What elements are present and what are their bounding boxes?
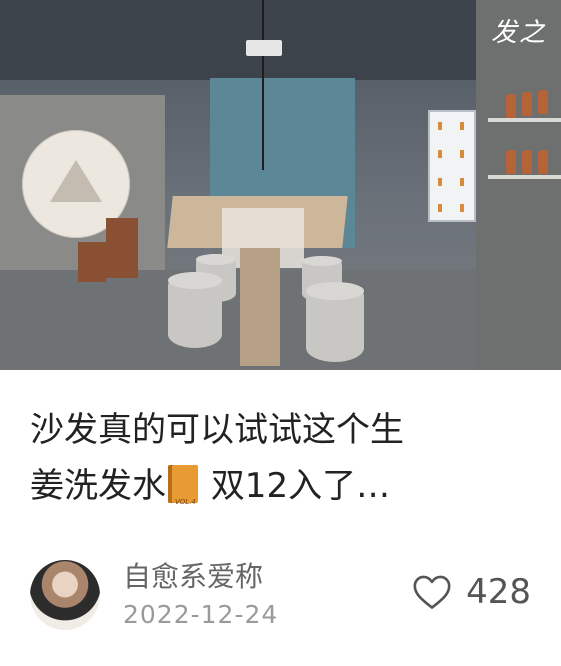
- shelf: [488, 118, 561, 122]
- shelf: [488, 175, 561, 179]
- post-card[interactable]: 发之 沙发真的可以试试这个生 姜洗发水 双12入了… 自愈系爱称 2022-12…: [0, 0, 561, 666]
- title-line-2-part-a: 姜洗发水: [30, 466, 166, 506]
- stool: [168, 272, 222, 348]
- brand-mark: 发之: [490, 18, 547, 48]
- product-bottle: [522, 92, 532, 116]
- wood-pedestal: [78, 242, 106, 282]
- heart-outline-icon[interactable]: [412, 574, 452, 610]
- book-icon: [168, 465, 198, 514]
- stool: [306, 282, 364, 362]
- lit-window-shelf: [428, 110, 476, 222]
- projector: [246, 40, 282, 56]
- author-name[interactable]: 自愈系爱称: [123, 555, 263, 595]
- product-bottle: [538, 90, 548, 114]
- like-count: 428: [466, 572, 531, 612]
- triangle-diagram: [50, 160, 102, 202]
- lamp-cord: [262, 0, 264, 170]
- like-button[interactable]: 428: [412, 572, 531, 612]
- title-line-2: 姜洗发水 双12入了…: [30, 458, 535, 514]
- post-date: 2022-12-24: [123, 600, 279, 629]
- table-leg: [240, 248, 280, 366]
- wood-pedestal: [106, 218, 138, 278]
- product-bottle: [522, 150, 532, 174]
- cover-image[interactable]: 发之: [0, 0, 561, 370]
- title-line-2-part-b: 双12入了…: [210, 466, 391, 506]
- avatar[interactable]: [30, 560, 100, 630]
- title-line-1: 沙发真的可以试试这个生: [30, 410, 404, 450]
- product-bottle: [506, 150, 516, 174]
- right-wall: [476, 0, 561, 370]
- post-title[interactable]: 沙发真的可以试试这个生 姜洗发水 双12入了…: [30, 402, 535, 514]
- product-bottle: [506, 94, 516, 118]
- product-bottle: [538, 150, 548, 174]
